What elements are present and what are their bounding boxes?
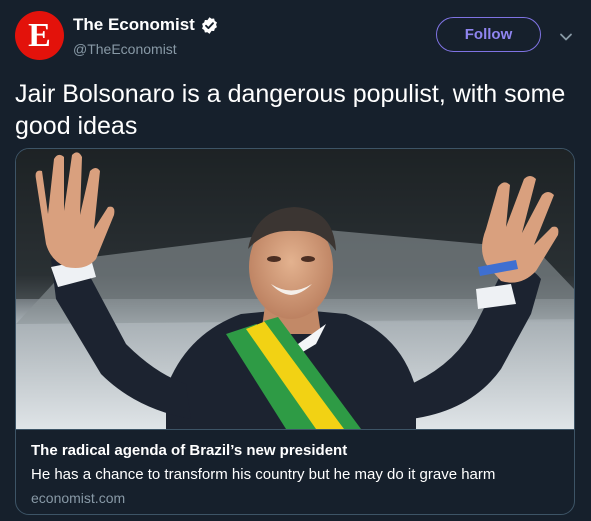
verified-badge-icon xyxy=(201,16,217,34)
card-image[interactable] xyxy=(16,149,574,429)
avatar-logo-letter: E xyxy=(28,16,51,54)
avatar[interactable]: E xyxy=(15,11,64,60)
chevron-down-icon[interactable] xyxy=(559,30,573,44)
link-card[interactable]: The radical agenda of Brazil’s new presi… xyxy=(15,148,575,515)
display-name[interactable]: The Economist xyxy=(73,15,195,35)
tweet-header: E The Economist @TheEconomist Follow xyxy=(0,0,591,70)
name-row: The Economist xyxy=(73,15,219,35)
card-title[interactable]: The radical agenda of Brazil’s new presi… xyxy=(31,442,347,459)
tweet: E The Economist @TheEconomist Follow Jai… xyxy=(0,0,591,521)
tweet-text: Jair Bolsonaro is a dangerous populist, … xyxy=(15,80,566,140)
account-handle[interactable]: @TheEconomist xyxy=(73,41,177,57)
follow-button[interactable]: Follow xyxy=(436,17,541,52)
card-body[interactable]: The radical agenda of Brazil’s new presi… xyxy=(16,429,574,514)
card-description: He has a chance to transform his country… xyxy=(31,466,496,483)
card-domain: economist.com xyxy=(31,490,126,506)
